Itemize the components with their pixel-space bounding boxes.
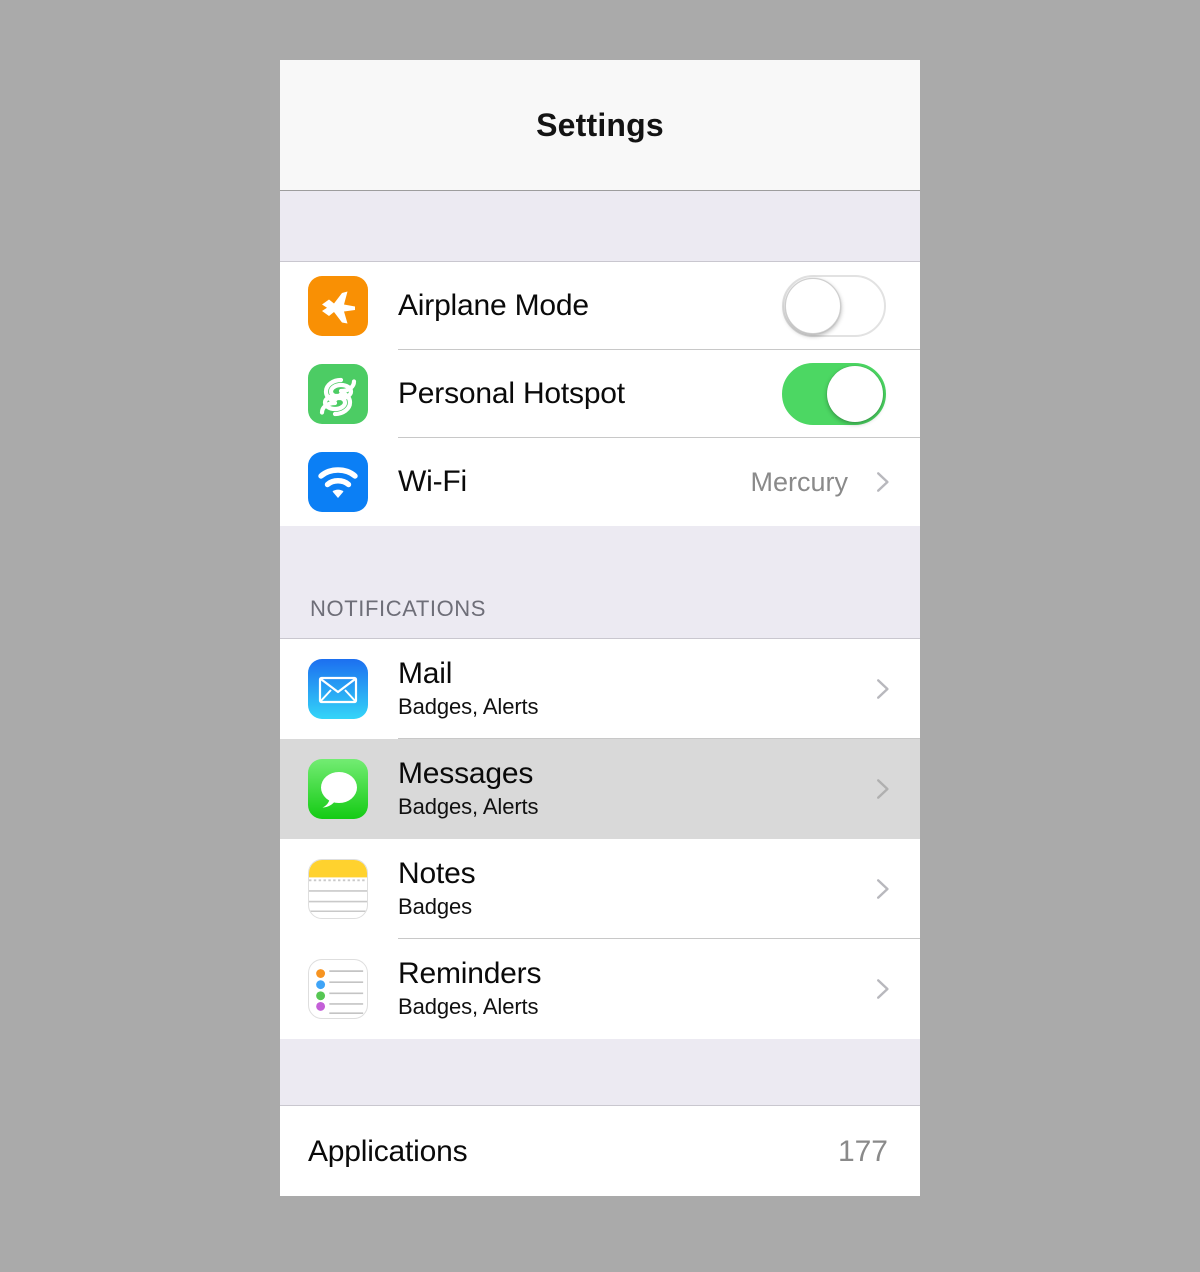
row-title: Personal Hotspot [398,376,625,410]
row-reminders[interactable]: Reminders Badges, Alerts [280,939,920,1039]
chevron-right-icon [862,776,902,802]
settings-screen: Settings Airplane Mode Personal Hotspot [280,60,920,1196]
row-title: Applications [308,1134,468,1168]
row-label-container: Notes Badges [398,856,862,920]
row-subtitle: Badges, Alerts [398,694,539,720]
row-subtitle: Badges, Alerts [398,994,539,1020]
toggle-knob [827,366,883,422]
row-subtitle: Badges, Alerts [398,794,539,820]
envelope-icon [308,659,368,719]
row-label-container: Wi-Fi [398,464,750,498]
checklist-icon [308,959,368,1019]
row-label-container: Airplane Mode [398,288,782,322]
row-label-container: Mail Badges, Alerts [398,656,862,720]
chevron-right-icon [862,876,902,902]
row-personal-hotspot[interactable]: Personal Hotspot [280,350,920,438]
row-label-container: Personal Hotspot [398,376,782,410]
personal-hotspot-toggle[interactable] [782,363,886,425]
row-label-container: Applications [308,1134,838,1168]
row-title: Messages [398,756,534,790]
row-airplane-mode[interactable]: Airplane Mode [280,262,920,350]
row-title: Airplane Mode [398,288,589,322]
page-title: Settings [536,106,664,143]
row-title: Notes [398,856,476,890]
row-label-container: Messages Badges, Alerts [398,756,862,820]
row-applications[interactable]: Applications 177 [280,1106,920,1196]
row-mail[interactable]: Mail Badges, Alerts [280,639,920,739]
row-notes[interactable]: Notes Badges [280,839,920,939]
chevron-right-icon [862,469,902,495]
chevron-right-icon [862,676,902,702]
notepad-icon [308,859,368,919]
row-messages[interactable]: Messages Badges, Alerts [280,739,920,839]
section-header-notifications: NOTIFICATIONS [310,596,487,621]
row-wifi[interactable]: Wi-Fi Mercury [280,438,920,526]
chain-link-icon [308,364,368,424]
row-title: Wi-Fi [398,464,467,498]
speech-bubble-icon [308,759,368,819]
row-title: Mail [398,656,453,690]
airplane-icon [308,276,368,336]
group-spacer-bottom [280,1039,920,1106]
row-subtitle: Badges [398,894,473,920]
group-spacer-notifications: NOTIFICATIONS [280,526,920,639]
row-title: Reminders [398,956,542,990]
navigation-bar: Settings [280,60,920,191]
group-spacer-top [280,191,920,262]
applications-count-value: 177 [837,1135,888,1168]
wifi-icon [308,452,368,512]
toggle-knob [785,278,841,334]
row-label-container: Reminders Badges, Alerts [398,956,862,1020]
chevron-right-icon [862,976,902,1002]
airplane-mode-toggle[interactable] [782,275,886,337]
wifi-network-value: Mercury [750,466,848,497]
